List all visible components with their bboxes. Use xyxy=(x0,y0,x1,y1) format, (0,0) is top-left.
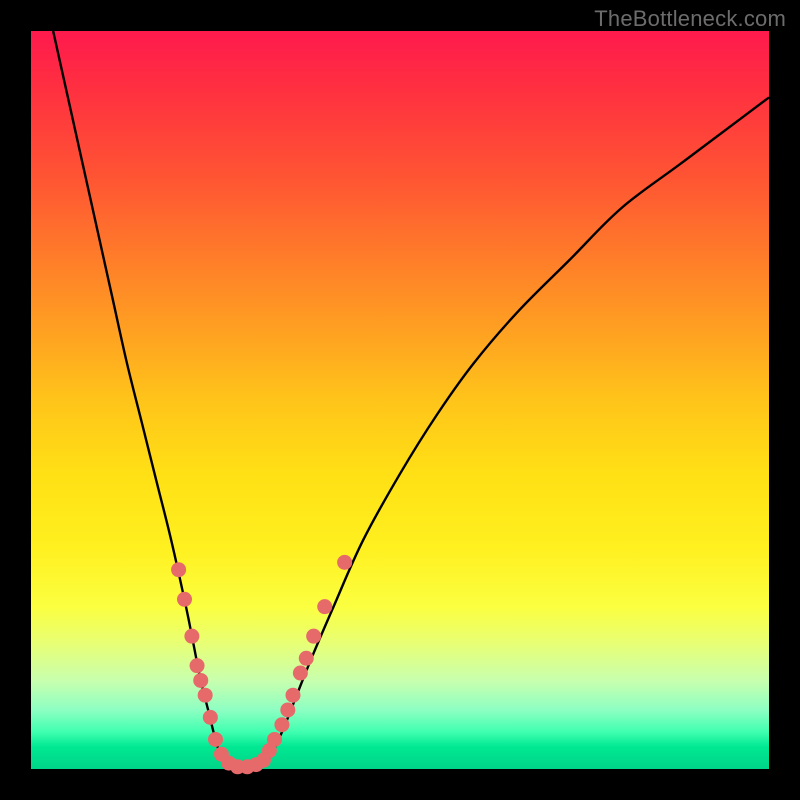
data-point-marker xyxy=(171,562,186,577)
watermark-text: TheBottleneck.com xyxy=(594,6,786,32)
data-point-marker xyxy=(337,555,352,570)
data-point-marker xyxy=(193,673,208,688)
data-point-marker xyxy=(177,592,192,607)
bottleneck-curve xyxy=(53,31,769,768)
data-point-marker xyxy=(285,688,300,703)
data-point-marker xyxy=(299,651,314,666)
chart-frame: TheBottleneck.com xyxy=(0,0,800,800)
curve-group xyxy=(53,31,769,768)
data-point-marker xyxy=(317,599,332,614)
data-point-marker xyxy=(280,702,295,717)
data-point-marker xyxy=(267,732,282,747)
data-point-marker xyxy=(274,717,289,732)
data-point-marker xyxy=(184,629,199,644)
data-point-marker xyxy=(190,658,205,673)
data-point-marker xyxy=(293,666,308,681)
data-point-marker xyxy=(208,732,223,747)
marker-group xyxy=(171,555,352,774)
data-point-marker xyxy=(306,629,321,644)
chart-svg xyxy=(31,31,769,769)
data-point-marker xyxy=(203,710,218,725)
data-point-marker xyxy=(198,688,213,703)
